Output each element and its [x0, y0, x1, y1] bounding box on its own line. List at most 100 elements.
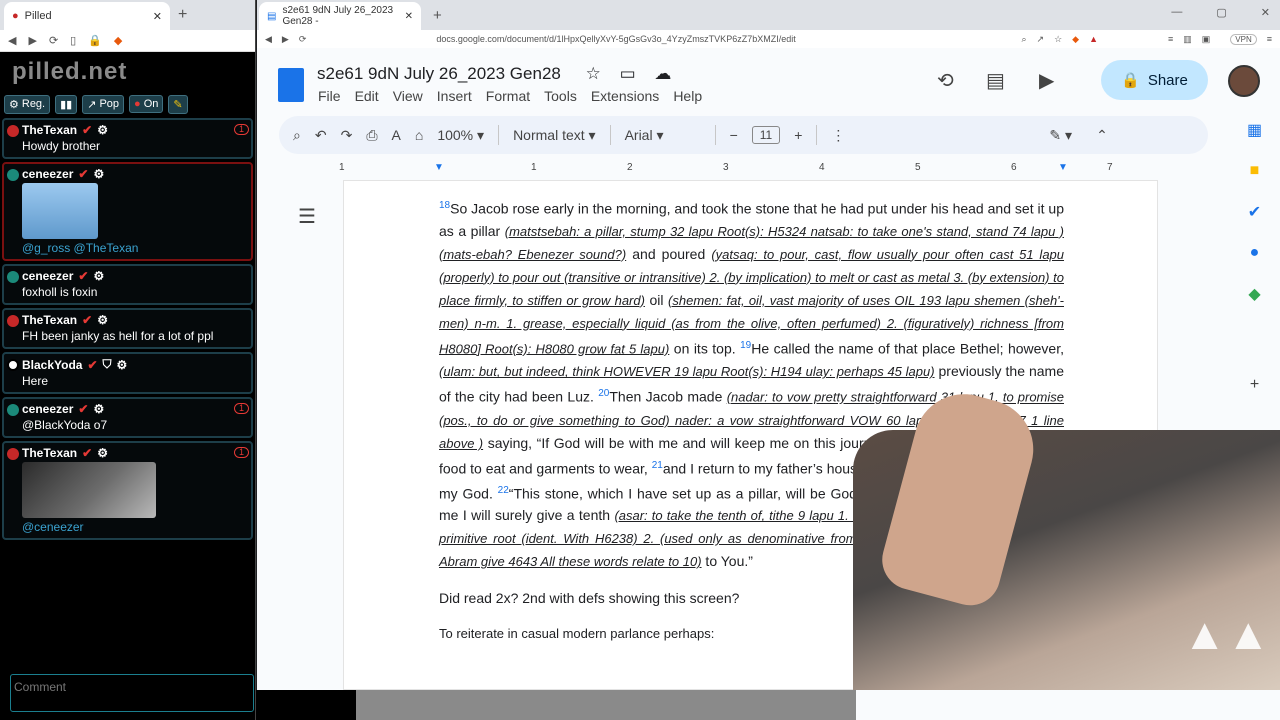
star-icon[interactable]: ☆ [586, 64, 601, 83]
redo-icon[interactable]: ↷ [341, 127, 353, 144]
settings-icon[interactable]: ⚙ [93, 269, 104, 283]
docs-logo-icon[interactable] [278, 68, 304, 102]
cloud-icon[interactable]: ☁ [654, 64, 671, 83]
tasks-icon[interactable]: ✔ [1248, 202, 1261, 222]
avatar[interactable] [1228, 65, 1260, 97]
contacts-icon[interactable]: ● [1250, 244, 1260, 262]
increase-size-icon[interactable]: + [794, 127, 802, 143]
bookmark-icon[interactable]: ▯ [70, 34, 76, 47]
keep-icon[interactable]: ■ [1250, 162, 1260, 180]
menu-view[interactable]: View [393, 88, 423, 104]
undo-icon[interactable]: ↶ [315, 127, 327, 144]
on-button[interactable]: ● On [129, 95, 164, 113]
font-select[interactable]: Arial ▾ [625, 127, 701, 144]
chat-toggle-button[interactable]: ▮▮ [55, 94, 78, 114]
username[interactable]: ceneezer [22, 402, 73, 416]
channel-logo-icon: ▲▲ [1182, 610, 1270, 659]
vpn-button[interactable]: VPN [1230, 33, 1257, 45]
share-button[interactable]: 🔒 Share [1101, 60, 1208, 100]
decrease-size-icon[interactable]: − [730, 127, 738, 143]
reload-icon[interactable]: ⟳ [299, 34, 307, 45]
calendar-icon[interactable]: ▦ [1247, 120, 1262, 140]
reload-icon[interactable]: ⟳ [49, 34, 58, 47]
username[interactable]: TheTexan [22, 123, 77, 137]
comments-icon[interactable]: ▤ [986, 68, 1005, 93]
meet-icon[interactable]: ▶ [1039, 68, 1054, 93]
close-icon[interactable]: ✕ [405, 11, 413, 22]
menu-format[interactable]: Format [486, 88, 530, 104]
chat-message: TheTexan ✔ ⚙ @ceneezer 1 [2, 441, 253, 540]
pop-button[interactable]: ↗ Pop [82, 94, 125, 114]
video-strip-dark [256, 690, 356, 720]
back-icon[interactable]: ◀ [8, 34, 16, 47]
settings-icon[interactable]: ⚙ [97, 123, 108, 137]
message-text: @BlackYoda o7 [22, 418, 108, 432]
outline-icon[interactable]: ☰ [298, 204, 316, 229]
minimize-icon[interactable]: — [1171, 6, 1182, 19]
more-icon[interactable]: ⋮ [831, 127, 845, 144]
register-button[interactable]: ⚙ Reg. [4, 94, 51, 114]
settings-icon[interactable]: ⚙ [117, 358, 128, 372]
spellcheck-icon[interactable]: A [392, 127, 401, 143]
menu-help[interactable]: Help [673, 88, 702, 104]
zoom-select[interactable]: 100% ▾ [437, 127, 484, 144]
verified-icon: ✔ [87, 357, 98, 372]
shared-image[interactable] [22, 183, 98, 239]
comment-input[interactable]: Comment [10, 674, 254, 712]
shared-image[interactable] [22, 462, 156, 518]
brave-shield-icon[interactable]: ◆ [1072, 34, 1079, 45]
forward-icon[interactable]: ▶ [28, 34, 36, 47]
sidebar-icon[interactable]: ▥ [1183, 34, 1192, 45]
add-addon-icon[interactable]: + [1250, 376, 1259, 394]
font-size-input[interactable]: 11 [751, 126, 781, 144]
chat-message: ceneezer ✔ ⚙ @g_ross @TheTexan [2, 162, 253, 261]
tab-docs[interactable]: ▤ s2e61 9dN July 26_2023 Gen28 - ✕ [259, 2, 421, 30]
settings-icon[interactable]: ⚙ [97, 313, 108, 327]
avatar [7, 315, 19, 327]
menu-edit[interactable]: Edit [355, 88, 379, 104]
share-page-icon[interactable]: ↗ [1037, 34, 1045, 45]
close-icon[interactable]: ✕ [153, 10, 162, 23]
shield-icon[interactable]: ◆ [114, 34, 122, 47]
style-select[interactable]: Normal text ▾ [513, 127, 596, 144]
url-bar[interactable]: docs.google.com/document/d/1lHpxQellyXvY… [436, 34, 1011, 44]
settings-icon[interactable]: ⚙ [93, 402, 104, 416]
maps-icon[interactable]: ◆ [1248, 284, 1260, 304]
menu-tools[interactable]: Tools [544, 88, 577, 104]
star-icon[interactable]: ☆ [1054, 34, 1062, 45]
menu-extensions[interactable]: Extensions [591, 88, 659, 104]
wallet-icon[interactable]: ▣ [1202, 34, 1211, 45]
username[interactable]: TheTexan [22, 446, 77, 460]
menu-icon[interactable]: ≡ [1267, 34, 1272, 44]
new-tab-icon[interactable]: + [178, 6, 187, 24]
rewards-icon[interactable]: ▲ [1089, 34, 1098, 44]
settings-icon[interactable]: ⚙ [97, 446, 108, 460]
right-indent-marker-icon[interactable]: ▼ [1058, 162, 1068, 173]
settings-icon[interactable]: ⚙ [93, 167, 104, 181]
maximize-icon[interactable]: ▢ [1216, 6, 1226, 19]
history-icon[interactable]: ⟲ [937, 68, 954, 93]
back-icon[interactable]: ◀ [265, 34, 272, 45]
docs-favicon-icon: ▤ [267, 10, 277, 22]
collapse-icon[interactable]: ⌃ [1096, 127, 1108, 144]
pencil-button[interactable]: ✎ [168, 94, 188, 114]
username[interactable]: ceneezer [22, 167, 73, 181]
menu-insert[interactable]: Insert [437, 88, 472, 104]
print-icon[interactable]: ⎙ [366, 127, 377, 144]
username[interactable]: BlackYoda [22, 358, 82, 372]
reading-list-icon[interactable]: ≡ [1168, 34, 1173, 44]
new-tab-icon[interactable]: + [433, 7, 442, 24]
zoom-icon[interactable]: ⌕ [1021, 34, 1026, 45]
menu-file[interactable]: File [318, 88, 341, 104]
document-title[interactable]: s2e61 9dN July 26_2023 Gen28 ☆ ▭ ☁ [317, 64, 671, 84]
indent-marker-icon[interactable]: ▼ [434, 162, 444, 173]
paint-format-icon[interactable]: ⌂ [415, 127, 423, 143]
username[interactable]: TheTexan [22, 313, 77, 327]
folder-icon[interactable]: ▭ [620, 64, 636, 83]
edit-mode-icon[interactable]: ✎ ▾ [1049, 127, 1072, 144]
close-window-icon[interactable]: ✕ [1261, 6, 1270, 19]
username[interactable]: ceneezer [22, 269, 73, 283]
forward-icon[interactable]: ▶ [282, 34, 289, 45]
search-icon[interactable]: ⌕ [293, 127, 301, 144]
tab-pilled[interactable]: ● Pilled ✕ [4, 2, 170, 30]
